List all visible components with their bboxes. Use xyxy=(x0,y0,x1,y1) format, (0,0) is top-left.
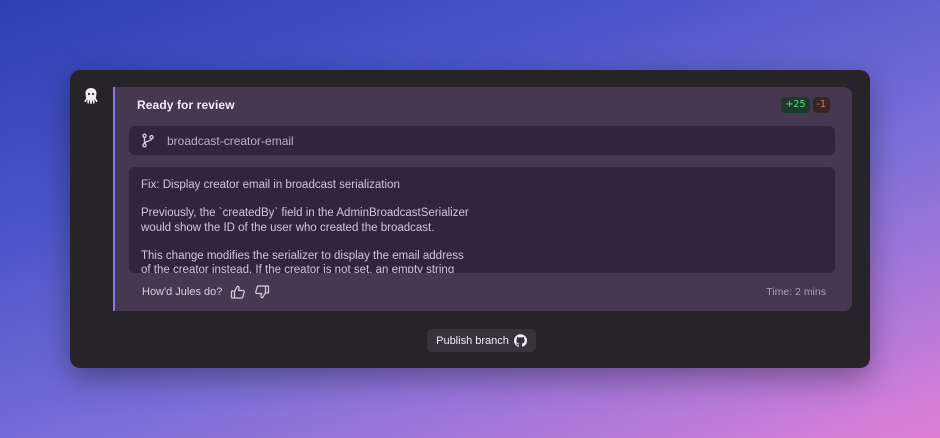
publish-branch-button[interactable]: Publish branch xyxy=(427,329,536,352)
deletions-badge: -1 xyxy=(812,97,830,113)
additions-badge: +25 xyxy=(781,97,810,113)
message-line: Previously, the `createdBy` field in the… xyxy=(141,207,469,220)
elapsed-time: Time: 2 mins xyxy=(766,286,826,298)
github-icon xyxy=(513,334,527,347)
thumbs-down-icon[interactable] xyxy=(254,284,270,300)
message-line: Fix: Display creator email in broadcast … xyxy=(141,179,400,191)
message-line: of the creator instead. If the creator i… xyxy=(141,264,455,273)
git-branch-icon xyxy=(142,133,154,148)
commit-message-text: Fix: Display creator email in broadcast … xyxy=(141,178,821,273)
diff-stats: +25 -1 xyxy=(781,97,830,113)
feedback-row: How'd Jules do? xyxy=(142,284,270,300)
message-line: This change modifies the serializer to d… xyxy=(141,249,464,262)
thumbs-up-icon[interactable] xyxy=(230,284,246,300)
publish-branch-label: Publish branch xyxy=(436,334,509,347)
card-title: Ready for review xyxy=(137,98,235,112)
task-window: Ready for review +25 -1 broadcast-creato… xyxy=(70,70,870,368)
feedback-prompt: How'd Jules do? xyxy=(142,286,223,298)
octopus-icon xyxy=(84,88,98,104)
message-line: would show the ID of the user who create… xyxy=(141,221,435,234)
branch-field: broadcast-creator-email xyxy=(129,126,835,155)
commit-message[interactable]: Fix: Display creator email in broadcast … xyxy=(129,167,835,273)
review-card: Ready for review +25 -1 broadcast-creato… xyxy=(113,87,852,311)
branch-name: broadcast-creator-email xyxy=(167,134,294,148)
